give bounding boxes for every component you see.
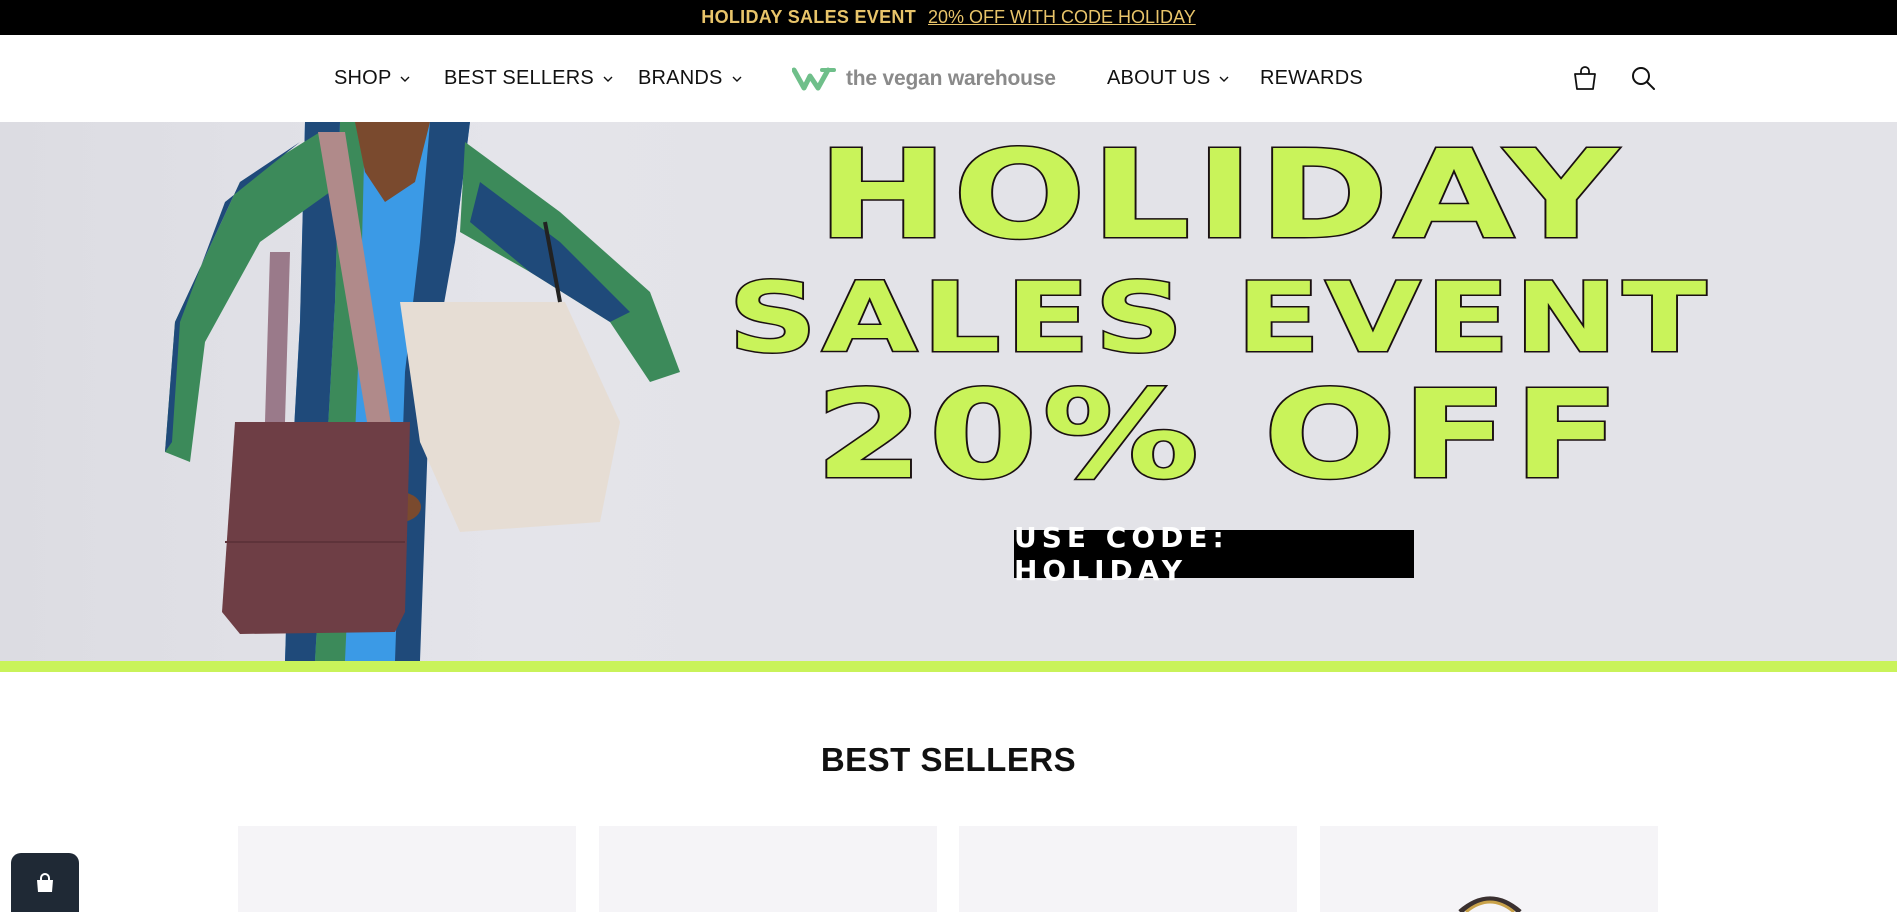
announcement-title: HOLIDAY SALES EVENT [701, 7, 917, 27]
product-card[interactable] [599, 826, 937, 912]
announcement-link[interactable]: 20% OFF WITH CODE HOLIDAY [928, 7, 1196, 28]
chevron-down-icon [732, 76, 742, 82]
nav-best-sellers-label: BEST SELLERS [444, 67, 594, 89]
nav-about-us-label: ABOUT US [1107, 67, 1211, 89]
cart-icon[interactable] [1572, 65, 1598, 91]
nav-brands[interactable]: BRANDS [638, 35, 742, 122]
nav-rewards-label: REWARDS [1260, 67, 1363, 89]
hero-model-photo [0, 122, 735, 661]
product-card[interactable] [959, 826, 1297, 912]
nav-shop-label: SHOP [334, 67, 392, 89]
nav-about-us[interactable]: ABOUT US [1107, 35, 1229, 122]
nav-brands-label: BRANDS [638, 67, 723, 89]
model-with-bags-illustration [165, 122, 680, 661]
site-header: SHOP BEST SELLERS BRANDS the vegan wareh… [0, 35, 1897, 122]
chat-widget-button[interactable] [11, 853, 79, 912]
logo-text: the vegan warehouse [846, 66, 1056, 90]
search-icon[interactable] [1630, 65, 1656, 91]
logo-mark-icon [792, 67, 836, 90]
product-image [1458, 896, 1522, 912]
product-card[interactable] [1320, 826, 1658, 912]
hero-line-holiday: HOLIDAY [815, 124, 1623, 266]
chevron-down-icon [400, 76, 410, 82]
hero-accent-stripe [0, 661, 1897, 672]
nav-best-sellers[interactable]: BEST SELLERS [444, 35, 613, 122]
nav-rewards[interactable]: REWARDS [1260, 35, 1363, 122]
nav-shop[interactable]: SHOP [334, 35, 410, 122]
site-logo[interactable]: the vegan warehouse [792, 35, 1056, 122]
chevron-down-icon [1219, 76, 1229, 82]
promo-code-badge: USE CODE: HOLIDAY [1014, 521, 1414, 587]
hero-line-discount: 20% OFF [813, 364, 1626, 506]
shopping-bag-icon [37, 872, 53, 892]
hero-headline: HOLIDAY SALES EVENT 20% OFF [727, 133, 1709, 498]
chevron-down-icon [603, 76, 613, 82]
best-sellers-title: BEST SELLERS [820, 741, 1077, 778]
hero-line-sales-event: SALES EVENT [727, 262, 1712, 374]
product-card[interactable] [238, 826, 576, 912]
announcement-bar: HOLIDAY SALES EVENT 20% OFF WITH CODE HO… [0, 0, 1897, 35]
hero-banner[interactable]: HOLIDAY SALES EVENT 20% OFF USE CODE: HO… [0, 122, 1897, 661]
